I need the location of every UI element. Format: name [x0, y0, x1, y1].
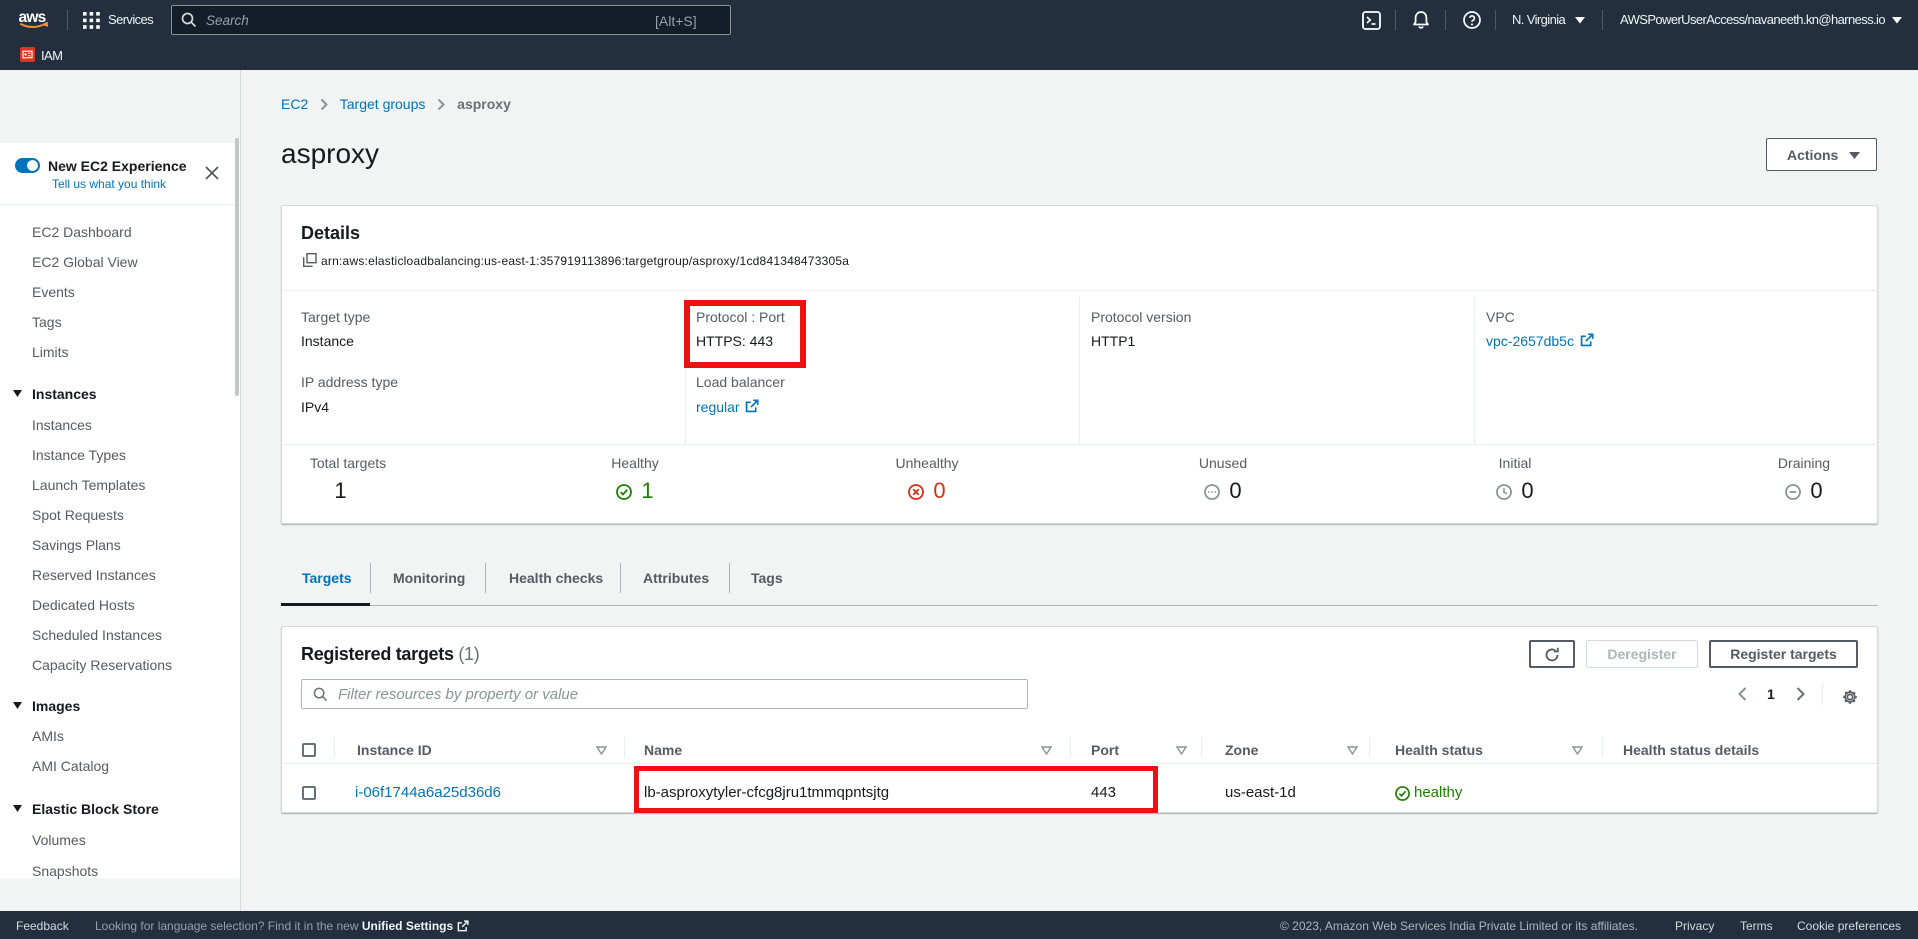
svg-text:aws: aws — [19, 9, 46, 26]
